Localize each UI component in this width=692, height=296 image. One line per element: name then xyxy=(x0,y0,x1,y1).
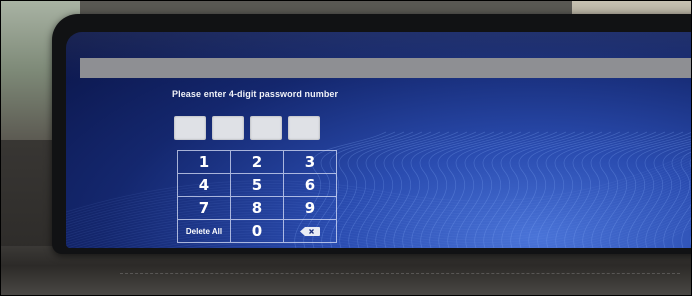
key-6[interactable]: 6 xyxy=(284,174,337,197)
password-prompt: Please enter 4-digit password number xyxy=(172,89,339,99)
dashboard-stitching xyxy=(120,273,680,274)
delete-all-button[interactable]: Delete All xyxy=(178,220,231,243)
pin-entry-boxes xyxy=(174,116,320,140)
wave-line xyxy=(375,131,468,248)
title-bar xyxy=(80,58,692,78)
wave-line xyxy=(66,156,692,218)
pin-digit-box-1 xyxy=(174,116,206,140)
key-5[interactable]: 5 xyxy=(231,174,284,197)
key-9[interactable]: 9 xyxy=(284,197,337,220)
wave-line xyxy=(420,131,513,248)
key-2[interactable]: 2 xyxy=(231,151,284,174)
key-4[interactable]: 4 xyxy=(178,174,231,197)
key-7[interactable]: 7 xyxy=(178,197,231,220)
backspace-icon xyxy=(300,226,320,236)
wave-line xyxy=(564,131,657,248)
wave-line xyxy=(492,131,585,248)
wave-line xyxy=(66,151,692,213)
numeric-keypad: 1 2 3 4 5 6 7 8 9 Delete All 0 xyxy=(177,150,337,243)
photo-frame: Please enter 4-digit password number 1 2… xyxy=(0,0,692,296)
wave-line xyxy=(357,131,450,248)
wave-line xyxy=(456,131,549,248)
wave-line xyxy=(348,131,441,248)
backspace-button[interactable] xyxy=(284,220,337,243)
key-1[interactable]: 1 xyxy=(178,151,231,174)
wave-line xyxy=(501,131,594,248)
wave-line xyxy=(411,131,504,248)
pin-digit-box-3 xyxy=(250,116,282,140)
key-0[interactable]: 0 xyxy=(231,220,284,243)
key-3[interactable]: 3 xyxy=(284,151,337,174)
key-8[interactable]: 8 xyxy=(231,197,284,220)
pin-digit-box-4 xyxy=(288,116,320,140)
wave-line xyxy=(66,154,692,215)
pin-digit-box-2 xyxy=(212,116,244,140)
wave-line xyxy=(447,131,540,248)
infotainment-screen: Please enter 4-digit password number 1 2… xyxy=(66,32,692,248)
